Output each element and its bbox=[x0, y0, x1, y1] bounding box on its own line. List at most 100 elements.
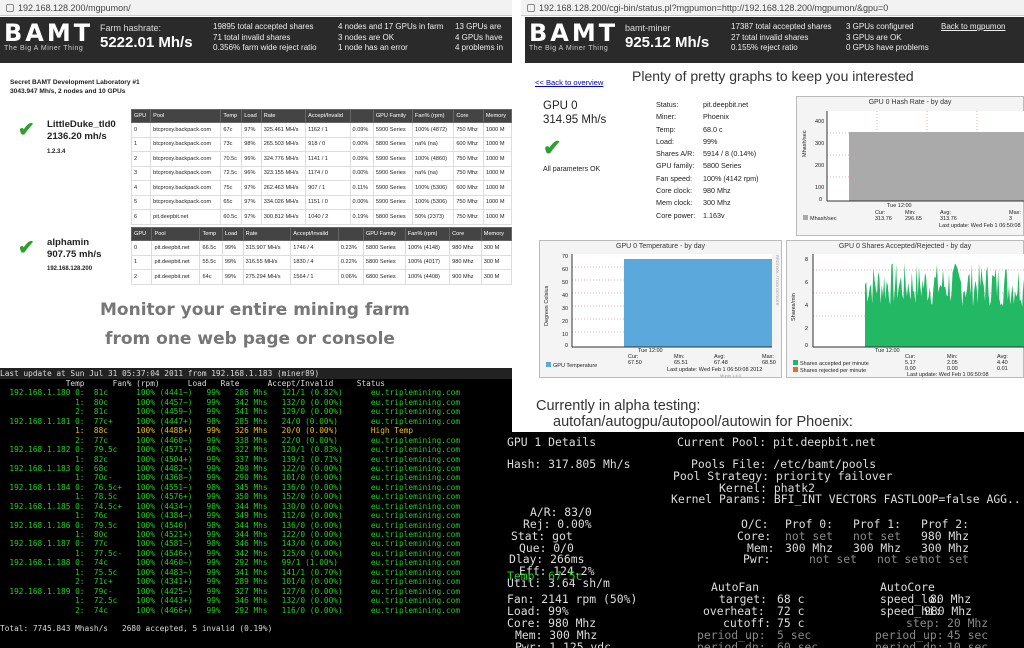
column-header: Pool bbox=[150, 109, 222, 123]
table-cell: 5900 Series bbox=[372, 180, 414, 196]
console-row: 1: 77.5c- 100% (4546+) 99% 342 Mhs 125/0… bbox=[0, 548, 461, 558]
console-row: 1: 82c 100% (4504+) 99% 337 Mhs 139/1 (0… bbox=[0, 454, 461, 464]
y-ticks: 400 300 200 100 bbox=[815, 111, 824, 199]
console-row: 2: 81c 100% (4459~) 99% 341 Mhs 129/0 (0… bbox=[0, 407, 461, 417]
table-cell: pit.deepbit.net bbox=[151, 254, 201, 270]
back-to-overview-link[interactable]: << Back to overview bbox=[535, 78, 603, 87]
table-row[interactable]: 1 pit.deepbit.net 55.5c 99% 316.55 MH/s 1830 … bbox=[130, 254, 513, 270]
table-cell: 0 bbox=[130, 122, 152, 138]
stat-value: 68.50 bbox=[762, 360, 776, 366]
node2-name[interactable]: alphamin bbox=[47, 237, 89, 248]
table-row[interactable]: 2 btcproxy.backpack.com 70.5c 96% 324.776 MH… bbox=[130, 151, 513, 167]
stat-line: 17387 total accepted shares bbox=[731, 22, 832, 31]
node-name: bamt-miner bbox=[625, 23, 671, 33]
table-row[interactable]: 4 btcproxy.backpack.com 75c 97% 262.463 MH/s… bbox=[130, 180, 513, 196]
stat-line: 0 GPUs have problems bbox=[846, 43, 929, 52]
param-value: 1.163v bbox=[703, 210, 725, 220]
table-cell: 300 M bbox=[480, 269, 513, 285]
table-cell: 5800 Series bbox=[372, 136, 414, 152]
table-cell: 324.776 MH/s bbox=[260, 151, 307, 167]
legend: GPU Temperature bbox=[546, 362, 597, 369]
gpu-ok-check-icon: ✔ bbox=[543, 135, 562, 160]
console-row: 2: 77c 100% (4460~) 99% 338 Mhs 22/0 (0.… bbox=[0, 435, 461, 445]
table-row[interactable]: 5 btcproxy.backpack.com 65c 97% 334.026 MH/s… bbox=[130, 194, 513, 210]
left-address-bar[interactable]: 192.168.128.200/mgpumon/ bbox=[0, 0, 512, 16]
table-row[interactable]: 2 pit.deepbit.net 64c 99% 275.294 MH/s 1564 /… bbox=[130, 269, 513, 285]
table-cell: 73c bbox=[220, 136, 243, 152]
back-to-mgpumon-link[interactable]: Back to mgpumon bbox=[941, 22, 1005, 33]
console-row: 1: 72.5c 100% (4443+) 99% 346 Mhs 132/0 … bbox=[0, 596, 461, 606]
table-cell: 0.00% bbox=[349, 194, 374, 210]
y-tick: 8 bbox=[805, 257, 809, 263]
console-row: 1: 70c- 100% (4368~) 99% 290 Mhs 101/0 (… bbox=[0, 473, 461, 483]
x-tick: Tue 12:00 bbox=[887, 203, 912, 209]
console-row: 1: 80c 100% (4521+) 99% 344 Mhs 122/0 (0… bbox=[0, 530, 461, 539]
table-cell: 1746 / 4 bbox=[290, 240, 339, 256]
param-label: Temp: bbox=[656, 124, 676, 134]
y-tick: 300 bbox=[815, 141, 825, 147]
table-cell: btcproxy.backpack.com bbox=[150, 122, 222, 138]
table-cell: 99% bbox=[221, 240, 244, 256]
table-cell: 1000 M bbox=[482, 180, 513, 196]
table-cell: 96% bbox=[241, 151, 262, 167]
y-tick: 10 bbox=[562, 332, 569, 338]
table-cell: 334.026 MH/s bbox=[260, 194, 307, 210]
table-row[interactable]: 1 btcproxy.backpack.com 73c 98% 265.503 MH/s… bbox=[130, 136, 513, 152]
logo-subtitle: The Big A Miner Thing bbox=[4, 45, 84, 52]
node2-rate: 907.75 mh/s bbox=[47, 249, 102, 260]
console-row: 1: 76c 100% (4384~) 99% 349 Mhs 112/0 (0… bbox=[0, 511, 461, 521]
node-shares: 17387 total accepted shares 27 total inv… bbox=[731, 22, 832, 54]
console-row: 1: 80c 100% (4457~) 99% 342 Mhs 132/0 (0… bbox=[0, 397, 461, 407]
node1-name[interactable]: LittleDuke_tld0 bbox=[47, 119, 116, 130]
table-row[interactable]: 6 pit.deepbit.net 60.5c 97% 300.812 MH/s 1040… bbox=[130, 209, 513, 225]
table-row[interactable]: 0 btcproxy.backpack.com 67c 97% 325.461 MH/s… bbox=[130, 122, 513, 138]
table-row[interactable]: 0 pit.deepbit.net 66.5c 99% 315.907 MH/s 1746… bbox=[130, 240, 513, 256]
table-cell: 5900 Series bbox=[372, 194, 414, 210]
table-cell: 5 bbox=[130, 194, 152, 210]
table-cell: 315.907 MH/s bbox=[242, 240, 292, 256]
left-url: 192.168.128.200/mgpumon/ bbox=[18, 3, 131, 13]
y-axis-label: Degrees Celsius bbox=[544, 285, 550, 326]
stat-min: Min: 2.05 0.00 bbox=[947, 354, 958, 372]
y-tick: 0 bbox=[805, 343, 809, 349]
console-row: 192.168.1.181 0: 77c+ 100% (4447+) 98% 2… bbox=[0, 416, 461, 426]
column-header: Temp bbox=[199, 227, 223, 241]
table-header-row: GPU Pool Temp Load Rate Accept/Invalid GPU Fam… bbox=[130, 109, 513, 123]
table-cell: 65c bbox=[220, 194, 243, 210]
table-cell: 262.463 MH/s bbox=[260, 180, 307, 196]
column-header: Rate bbox=[260, 109, 307, 123]
table-cell: 97% bbox=[241, 194, 262, 210]
temperature-graph-svg bbox=[571, 254, 772, 348]
table-cell: 0.11% bbox=[349, 180, 374, 196]
table-cell: 1141 / 1 bbox=[305, 151, 351, 167]
node2-ok-check-icon: ✔ bbox=[18, 237, 35, 259]
table-cell: 100% (5306) bbox=[412, 194, 455, 210]
stat-line: 3 GPUs are OK bbox=[846, 32, 902, 42]
right-address-bar[interactable]: 192.168.128.200/cgi-bin/status.pl?mgpumo… bbox=[521, 0, 1024, 16]
table-cell: btcproxy.backpack.com bbox=[150, 136, 222, 152]
logo-title: BAMT bbox=[529, 19, 619, 47]
x-tick: Tue 12:00 bbox=[875, 348, 900, 354]
console-text: Pwr: 1.125 vdc bbox=[515, 640, 612, 648]
table-row[interactable]: 3 btcproxy.backpack.com 72.5c 96% 323.155 MH… bbox=[130, 165, 513, 181]
farm-gpus: 13 GPUs are 4 GPUs have 4 problems in bbox=[455, 22, 503, 54]
stat-line: 71 total invalid shares bbox=[213, 32, 291, 42]
column-header: Core bbox=[449, 227, 482, 241]
param-value: 980 Mhz bbox=[703, 186, 731, 196]
node2-ip: 192.168.128.200 bbox=[47, 266, 93, 272]
column-header bbox=[349, 109, 374, 123]
temperature-area bbox=[624, 259, 772, 347]
table-cell: 1040 / 2 bbox=[305, 209, 351, 225]
table-cell: 1830 / 4 bbox=[290, 254, 339, 270]
promo-alpha-line2: autofan/autogpu/autopool/autowin for Pho… bbox=[553, 414, 853, 430]
table-cell: 900 Mhz bbox=[449, 269, 482, 285]
stat-value: 0.01 bbox=[997, 366, 1008, 372]
column-header: Rate bbox=[242, 227, 292, 241]
stat-line: 13 GPUs are bbox=[455, 22, 502, 31]
node-gpus: 3 GPUs configured 3 GPUs are OK 0 GPUs h… bbox=[846, 22, 929, 54]
table-cell: 750 Mhz bbox=[453, 194, 484, 210]
farm-shares: 19895 total accepted shares 71 total inv… bbox=[213, 22, 317, 54]
console-text: 10 sec bbox=[947, 640, 989, 648]
table-cell: 6 bbox=[130, 209, 152, 225]
table-cell: na% (na) bbox=[412, 136, 455, 152]
